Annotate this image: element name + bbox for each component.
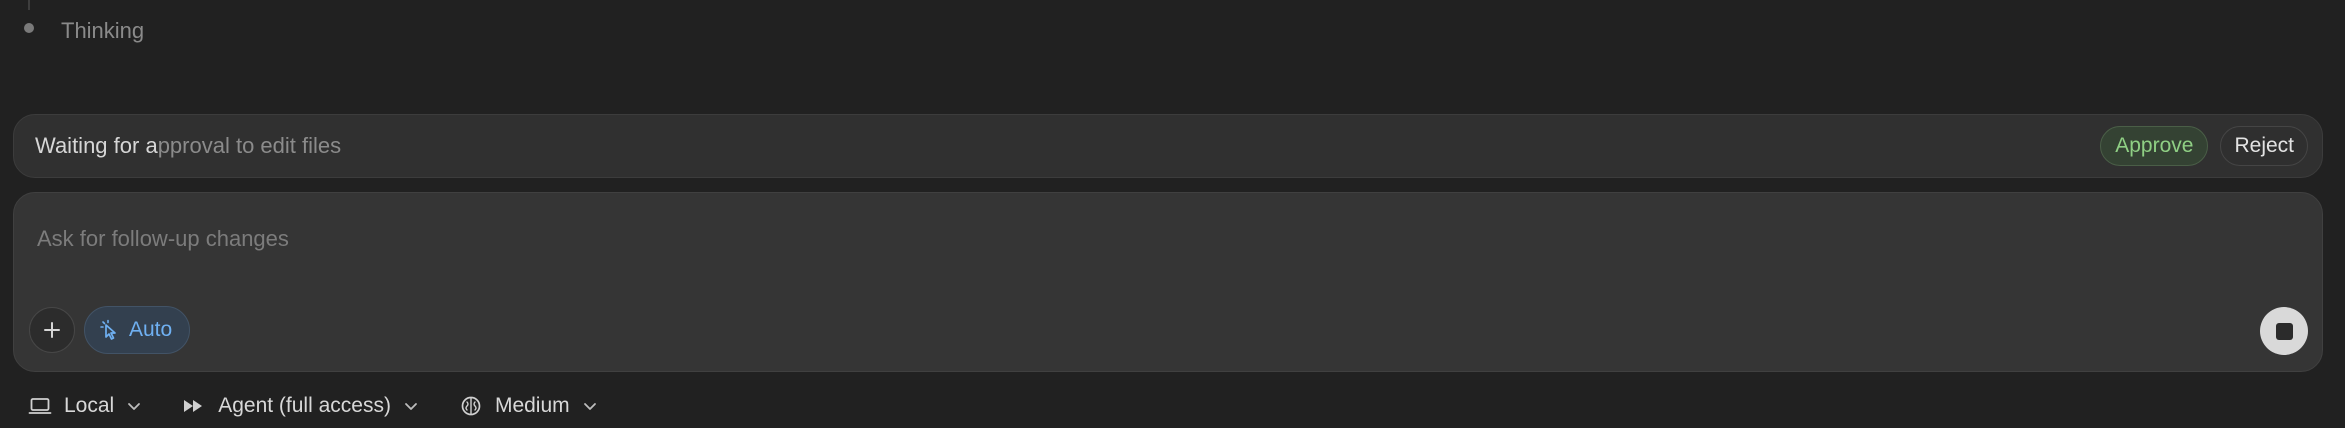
cursor-click-icon: [99, 319, 121, 341]
reject-button[interactable]: Reject: [2220, 126, 2308, 166]
laptop-icon: [28, 395, 52, 417]
timeline-connector: [28, 0, 30, 10]
environment-selector[interactable]: Local: [28, 386, 142, 426]
approval-bar: Waiting for approval to edit files Appro…: [13, 114, 2323, 178]
stop-button[interactable]: [2260, 307, 2308, 355]
thinking-dot-icon: [24, 23, 34, 33]
approve-button[interactable]: Approve: [2100, 126, 2209, 166]
approval-message-rest: pproval to edit files: [157, 133, 342, 158]
brain-icon: [459, 395, 483, 417]
approval-message: Waiting for approval to edit files: [35, 133, 2100, 159]
approval-message-lead: Waiting for a: [35, 133, 158, 158]
fast-forward-icon: [182, 395, 206, 417]
reasoning-level-selector[interactable]: Medium: [459, 386, 598, 426]
plus-icon: [42, 320, 62, 340]
approval-actions: Approve Reject: [2100, 126, 2308, 166]
add-attachment-button[interactable]: [29, 307, 75, 353]
chevron-down-icon: [582, 398, 598, 414]
access-mode-selector[interactable]: Agent (full access): [182, 386, 419, 426]
environment-label: Local: [64, 394, 115, 417]
composer: Auto: [13, 192, 2323, 372]
follow-up-input[interactable]: [35, 225, 1839, 253]
access-mode-label: Agent (full access): [218, 394, 391, 417]
reasoning-level-label: Medium: [494, 394, 570, 417]
thinking-label: Thinking: [61, 18, 145, 43]
thinking-status: Thinking: [24, 14, 144, 48]
footer-toolbar: Local Agent (full access) Medium: [28, 386, 638, 426]
chevron-down-icon: [403, 398, 419, 414]
auto-mode-label: Auto: [129, 318, 173, 341]
auto-mode-button[interactable]: Auto: [84, 306, 190, 354]
chevron-down-icon: [126, 398, 142, 414]
stop-icon: [2275, 322, 2293, 340]
chat-view: Thinking Waiting for approval to edit fi…: [0, 0, 2345, 428]
